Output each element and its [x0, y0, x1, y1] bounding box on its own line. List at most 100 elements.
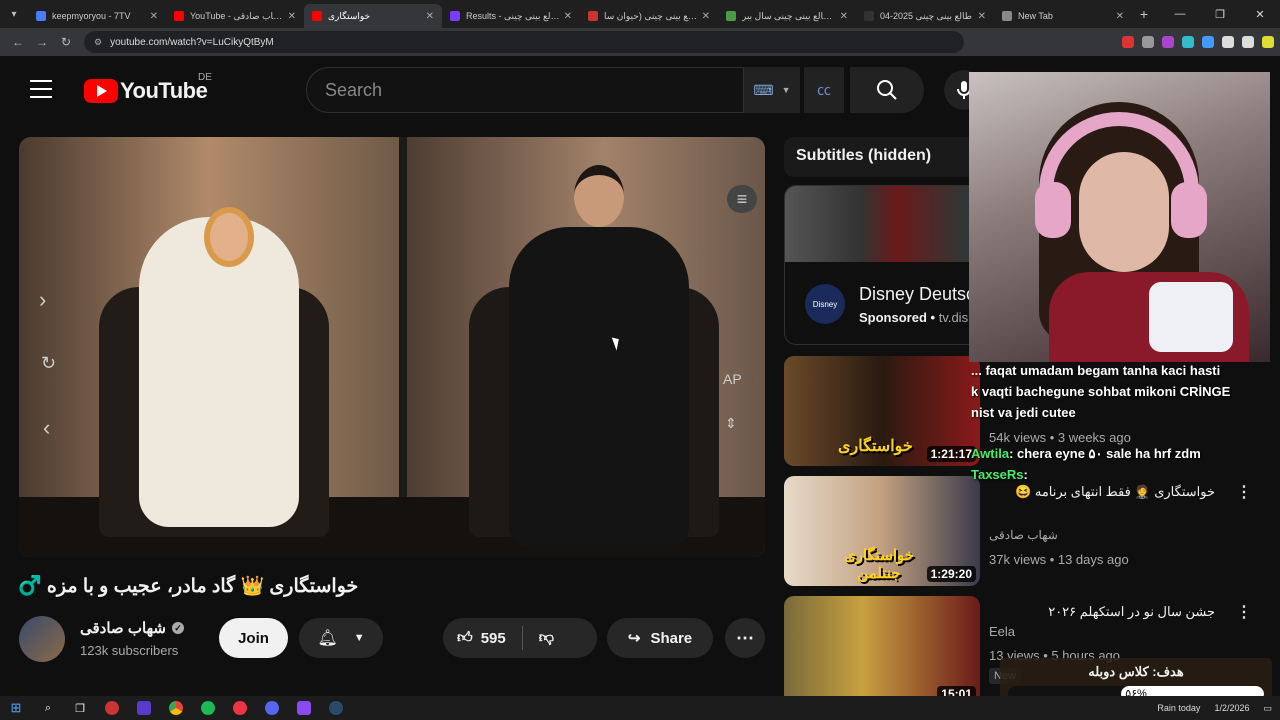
recommendation-thumbnail[interactable]: خواستگاری جنتلمن 1:29:20 — [784, 476, 980, 586]
extension-icon[interactable] — [1142, 36, 1154, 48]
tab-search-button[interactable]: ▾ — [0, 0, 28, 28]
thumbs-down-icon[interactable]: 👎︎ — [539, 629, 554, 647]
browser-tab[interactable]: طالع بینی چینی سال ببر - ✕ — [718, 4, 856, 28]
close-tab-icon[interactable]: ✕ — [564, 11, 572, 22]
more-actions-button[interactable]: ⋯ — [725, 618, 765, 658]
ad-thumbnail[interactable] — [785, 186, 973, 262]
recommendation-channel[interactable]: شهاب صادقی — [989, 528, 1058, 542]
recommendation-title[interactable]: جشن سال نو در استکهلم ۲۰۲۶ — [989, 602, 1215, 622]
taskbar-app-icon[interactable] — [292, 696, 316, 720]
notification-icon[interactable]: ▭ — [1263, 703, 1272, 714]
forward-icon[interactable]: → — [30, 35, 54, 49]
clock-date[interactable]: 1/2/2026 — [1214, 703, 1249, 713]
task-view-icon[interactable]: ❐ — [68, 696, 92, 720]
tab-favicon-icon — [726, 11, 736, 21]
browser-tab[interactable]: keepmyoryou - 7TV ✕ — [28, 4, 166, 28]
thumbs-up-icon[interactable]: 👍︎ — [457, 629, 473, 647]
new-tab-button[interactable]: + — [1132, 6, 1156, 22]
replay-icon[interactable]: ↻ — [41, 353, 56, 374]
tab-title: خواستگاری — [328, 10, 371, 21]
share-button[interactable]: ↪ Share — [607, 618, 713, 658]
close-tab-icon[interactable]: ✕ — [1116, 11, 1124, 22]
share-label: Share — [650, 629, 693, 647]
thumbnail-text: خواستگاری — [838, 438, 913, 455]
windows-start-icon[interactable]: ⊞ — [4, 696, 28, 720]
recommendation-item[interactable]: خواستگاری جنتلمن 1:29:20 خواستگاری 🤵 فقط… — [784, 476, 1280, 586]
browser-tab-bar: ▾ keepmyoryou - 7TV ✕ YouTube - شهاب صادقی… — [0, 0, 1280, 28]
goal-title: هدف: کلاس دوبله — [1088, 664, 1184, 679]
playlist-menu-icon[interactable]: ≡ — [727, 185, 757, 213]
taskbar-app-icon[interactable] — [100, 696, 124, 720]
recommendation-title[interactable]: خواستگاری 🤵 فقط انتهای برنامه 😆 — [989, 482, 1215, 502]
extension-icon[interactable] — [1222, 36, 1234, 48]
more-vert-icon[interactable]: ⋮ — [1236, 482, 1252, 502]
reload-icon[interactable]: ↻ — [54, 35, 78, 49]
taskbar-app-icon[interactable] — [132, 696, 156, 720]
person-left-head — [204, 207, 254, 267]
browser-tab[interactable]: خواستگاری ✕ — [304, 4, 442, 28]
site-info-icon[interactable]: ⚙ — [94, 37, 102, 48]
url-text: youtube.com/watch?v=LuCikyQtByM — [110, 36, 274, 48]
search-input[interactable]: Search — [306, 67, 744, 113]
chat-message: Awtila: chera eyne ۵۰ sale ha hrf zdm — [971, 443, 1271, 464]
close-tab-icon[interactable]: ✕ — [288, 11, 296, 22]
minimize-button[interactable]: — — [1160, 0, 1200, 28]
video-duration: 1:29:20 — [926, 566, 976, 582]
extension-icon[interactable] — [1262, 36, 1274, 48]
next-chevron-icon[interactable]: › — [39, 287, 46, 313]
video-player[interactable]: › ↻ ‹ ≡ AP ⇕ — [19, 137, 765, 557]
tab-favicon-icon — [588, 11, 598, 21]
close-tab-icon[interactable]: ✕ — [150, 11, 158, 22]
extension-icon[interactable] — [1202, 36, 1214, 48]
youtube-play-icon — [84, 79, 118, 103]
extension-icon[interactable] — [1242, 36, 1254, 48]
caption-search-icon[interactable]: ㏄ — [804, 67, 844, 113]
steam-icon[interactable] — [324, 696, 348, 720]
channel-avatar[interactable] — [19, 616, 65, 662]
transliteration-tool[interactable]: ⌨ ▼ — [744, 67, 800, 113]
notification-button[interactable]: 🔔︎ ▼ — [299, 618, 383, 658]
more-vert-icon[interactable]: ⋮ — [1236, 602, 1252, 622]
weather-text[interactable]: Rain today — [1157, 703, 1200, 713]
menu-icon[interactable] — [30, 80, 52, 98]
back-icon[interactable]: ← — [6, 35, 30, 49]
subtitles-panel-header[interactable]: Subtitles (hidden) — [784, 137, 970, 177]
extension-icon[interactable] — [1182, 36, 1194, 48]
recommendation-thumbnail[interactable]: 15:01 — [784, 596, 980, 706]
ad-title[interactable]: Disney Deutsc — [859, 284, 973, 305]
close-tab-icon[interactable]: ✕ — [702, 11, 710, 22]
taskbar-app-icon[interactable] — [228, 696, 252, 720]
channel-name-row[interactable]: شهاب صادقی ✓ — [80, 619, 185, 637]
extension-icon[interactable] — [1122, 36, 1134, 48]
address-bar-row: ← → ↻ ⚙ youtube.com/watch?v=LuCikyQtByM — [0, 28, 1280, 56]
recommendation-thumbnail[interactable]: خواستگاری 1:21:17 — [784, 356, 980, 466]
extension-icon[interactable] — [1162, 36, 1174, 48]
like-count[interactable]: 595 — [481, 630, 506, 647]
spotify-icon[interactable] — [196, 696, 220, 720]
prev-chevron-icon[interactable]: ‹ — [43, 415, 50, 441]
browser-tab[interactable]: New Tab ✕ — [994, 4, 1132, 28]
tab-title: طالع بینی چینی (حیوان سا... — [604, 10, 698, 21]
sponsored-ad-card[interactable]: Disney Disney Deutsc Sponsored • tv.dis — [784, 185, 974, 345]
browser-tab[interactable]: طالع بینی چینی 2025-04 ✕ — [856, 4, 994, 28]
close-tab-icon[interactable]: ✕ — [840, 11, 848, 22]
url-field[interactable]: ⚙ youtube.com/watch?v=LuCikyQtByM — [84, 31, 964, 53]
join-button[interactable]: Join — [219, 618, 288, 658]
youtube-logo[interactable]: YouTube DE — [84, 72, 212, 104]
close-window-button[interactable]: ✕ — [1240, 0, 1280, 28]
expand-icon[interactable]: ⇕ — [725, 415, 737, 432]
tab-favicon-icon — [450, 11, 460, 21]
discord-icon[interactable] — [260, 696, 284, 720]
maximize-button[interactable]: ❐ — [1200, 0, 1240, 28]
channel-name[interactable]: شهاب صادقی — [80, 619, 166, 637]
browser-tab[interactable]: طالع بینی چینی (حیوان سا... ✕ — [580, 4, 718, 28]
browser-tab[interactable]: YouTube - شهاب صادقی ✕ — [166, 4, 304, 28]
recommendation-channel[interactable]: Eela — [989, 624, 1015, 639]
search-button[interactable] — [850, 67, 924, 113]
headset-ear-left — [1035, 182, 1071, 238]
chrome-icon[interactable] — [164, 696, 188, 720]
close-tab-icon[interactable]: ✕ — [978, 11, 986, 22]
taskbar-search-icon[interactable]: ⌕ — [36, 696, 60, 720]
close-tab-icon[interactable]: ✕ — [426, 11, 434, 22]
browser-tab[interactable]: Results - طالع بینی چینی ✕ — [442, 4, 580, 28]
